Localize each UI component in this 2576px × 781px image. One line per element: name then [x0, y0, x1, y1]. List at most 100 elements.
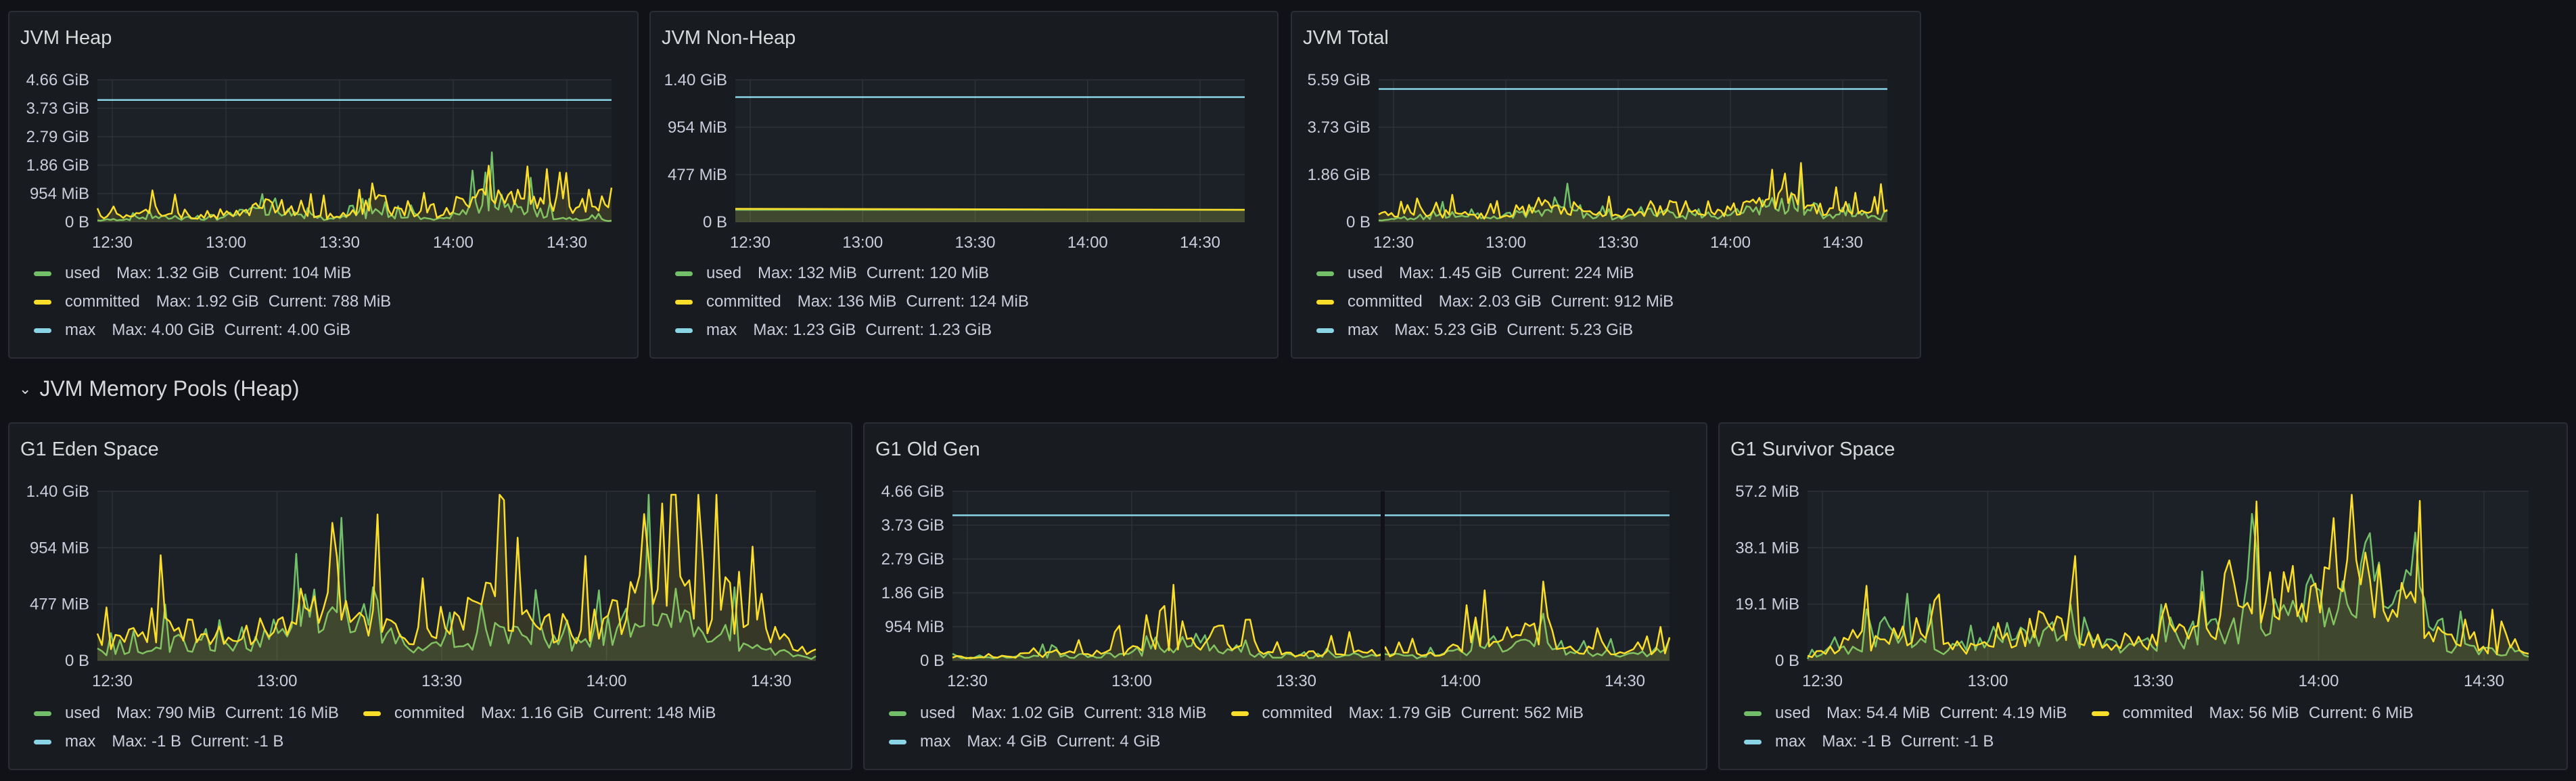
legend-item-commited[interactable]: commited Max: 56 MiB Current: 6 MiB — [2091, 704, 2423, 723]
legend-item-max[interactable]: max Max: 4.00 GiB Current: 4.00 GiB — [34, 321, 360, 340]
legend-series-name: committed — [65, 292, 140, 311]
legend-series-name: used — [65, 704, 101, 722]
legend-current-value: Current: 788 MiB — [268, 292, 392, 311]
panel-g1-eden-space[interactable]: G1 Eden Space 1.40 GiB 954 MiB 477 MiB 0 B1… — [8, 422, 852, 770]
legend-item-max[interactable]: max Max: 5.23 GiB Current: 5.23 GiB — [1316, 321, 1642, 340]
x-tick-label: 13:30 — [954, 233, 995, 252]
x-tick-label: 14:00 — [433, 233, 474, 252]
series-line-committed[interactable] — [735, 208, 1245, 211]
legend-swatch-icon — [34, 739, 51, 744]
legend-item-max[interactable]: max Max: -1 B Current: -1 B — [1744, 732, 2003, 751]
legend-swatch-icon — [34, 299, 51, 305]
legend-item-committed[interactable]: committed Max: 136 MiB Current: 124 MiB — [675, 292, 1038, 311]
legend-current-value: Current: 1.23 GiB — [865, 321, 992, 339]
panel-jvm-heap[interactable]: JVM Heap 4.66 GiB 3.73 GiB 2.79 GiB 1.86 Gi… — [8, 11, 639, 359]
x-tick-label: 14:00 — [1440, 672, 1481, 690]
legend-item-used[interactable]: used Max: 132 MiB Current: 120 MiB — [675, 264, 998, 283]
y-tick-label: 57.2 MiB — [1735, 483, 1799, 501]
x-tick-label: 14:00 — [1710, 233, 1751, 252]
y-tick-label: 3.73 GiB — [26, 99, 89, 118]
legend-item-used[interactable]: used Max: 790 MiB Current: 16 MiB — [34, 704, 348, 723]
legend-item-commited[interactable]: commited Max: 1.79 GiB Current: 562 MiB — [1230, 704, 1594, 723]
y-tick-label: 5.59 GiB — [1308, 71, 1371, 89]
panel-jvm-total[interactable]: JVM Total 5.59 GiB 3.73 GiB 1.86 GiB 0 B 12:… — [1291, 11, 1921, 359]
legend-swatch-icon — [675, 271, 693, 276]
legend-current-value: Current: 4 GiB — [1057, 732, 1161, 751]
legend-max-value: Max: -1 B — [1822, 732, 1892, 751]
legend-item-max[interactable]: max Max: 4 GiB Current: 4 GiB — [889, 732, 1170, 751]
x-tick-label: 14:00 — [1067, 233, 1108, 252]
x-tick-label: 13:00 — [256, 672, 297, 690]
x-tick-label: 13:30 — [421, 672, 462, 690]
legend-row: max Max: 1.23 GiB Current: 1.23 GiB — [675, 321, 1016, 340]
y-tick-label: 3.73 GiB — [1308, 118, 1371, 137]
legend-item-committed[interactable]: committed Max: 2.03 GiB Current: 912 MiB — [1316, 292, 1683, 311]
legend-item-used[interactable]: used Max: 54.4 MiB Current: 4.19 MiB — [1744, 704, 2077, 723]
x-tick-label: 12:30 — [92, 672, 133, 690]
legend-item-used[interactable]: used Max: 1.32 GiB Current: 104 MiB — [34, 264, 361, 283]
legend-row: committed Max: 1.92 GiB Current: 788 MiB — [34, 292, 415, 311]
legend-series-name: committed — [706, 292, 781, 311]
y-tick-label: 4.66 GiB — [26, 71, 89, 89]
legend-max-value: Max: 1.79 GiB — [1348, 704, 1452, 722]
x-tick-label: 13:00 — [1967, 672, 2008, 690]
legend-max-value: Max: 1.92 GiB — [156, 292, 259, 311]
legend-item-used[interactable]: used Max: 1.45 GiB Current: 224 MiB — [1316, 264, 1644, 283]
legend-item-max[interactable]: max Max: -1 B Current: -1 B — [34, 732, 293, 751]
y-tick-label: 3.73 GiB — [881, 516, 944, 535]
y-tick-label: 1.40 GiB — [664, 71, 727, 89]
y-tick-label: 954 MiB — [885, 618, 944, 636]
y-tick-label: 0 B — [1775, 652, 1799, 670]
x-tick-label: 13:30 — [319, 233, 360, 252]
legend-series-name: used — [706, 264, 742, 282]
legend-max-value: Max: 54.4 MiB — [1826, 704, 1931, 722]
legend-max-value: Max: 790 MiB — [116, 704, 216, 722]
x-tick-label: 14:00 — [2298, 672, 2339, 690]
legend-series-name: used — [1775, 704, 1811, 722]
legend-current-value: Current: 148 MiB — [593, 704, 716, 722]
legend-row: used Max: 790 MiB Current: 16 MiB commited M… — [34, 704, 740, 723]
legend-item-commited[interactable]: commited Max: 1.16 GiB Current: 148 MiB — [363, 704, 726, 723]
legend-max-value: Max: 1.23 GiB — [753, 321, 856, 339]
y-tick-label: 0 B — [920, 652, 944, 670]
y-tick-label: 1.86 GiB — [881, 584, 944, 602]
legend-row: used Max: 1.45 GiB Current: 224 MiB — [1316, 264, 1659, 283]
y-tick-label: 1.86 GiB — [26, 156, 89, 175]
legend-row: max Max: 4 GiB Current: 4 GiB — [889, 732, 1184, 751]
legend-row: committed Max: 136 MiB Current: 124 MiB — [675, 292, 1053, 311]
chevron-down-icon[interactable]: ⌄ — [19, 380, 31, 398]
y-tick-label: 38.1 MiB — [1735, 539, 1799, 557]
legend-swatch-icon — [34, 711, 51, 716]
legend-swatch-icon — [889, 739, 906, 744]
legend-swatch-icon — [34, 328, 51, 333]
legend-swatch-icon — [1316, 299, 1334, 305]
x-tick-label: 12:30 — [92, 233, 133, 252]
legend-max-value: Max: 1.02 GiB — [971, 704, 1075, 722]
legend-item-used[interactable]: used Max: 1.02 GiB Current: 318 MiB — [889, 704, 1216, 723]
x-tick-label: 14:30 — [547, 233, 587, 252]
legend-row: used Max: 132 MiB Current: 120 MiB — [675, 264, 1013, 283]
legend-swatch-icon — [34, 271, 51, 276]
panel-jvm-non-heap[interactable]: JVM Non-Heap 1.40 GiB 954 MiB 477 MiB 0 B 12… — [649, 11, 1279, 359]
legend-current-value: Current: 318 MiB — [1084, 704, 1207, 722]
panel-g1-survivor-space[interactable]: G1 Survivor Space 57.2 MiB 38.1 MiB 19.1 M… — [1718, 422, 2568, 770]
y-tick-label: 19.1 MiB — [1735, 596, 1799, 614]
legend-series-name: max — [65, 321, 96, 339]
legend-current-value: Current: 562 MiB — [1460, 704, 1584, 722]
legend-max-value: Max: 132 MiB — [758, 264, 857, 282]
legend-item-max[interactable]: max Max: 1.23 GiB Current: 1.23 GiB — [675, 321, 1001, 340]
legend-series-name: committed — [1348, 292, 1423, 311]
x-tick-label: 13:00 — [1486, 233, 1526, 252]
legend-max-value: Max: 136 MiB — [797, 292, 897, 311]
panel-g1-old-gen[interactable]: G1 Old Gen 4.66 GiB 3.73 GiB 2.79 GiB 1.86 … — [863, 422, 1707, 770]
x-tick-label: 12:30 — [1802, 672, 1843, 690]
row-header-memory-pools[interactable]: ⌄ JVM Memory Pools (Heap) — [19, 376, 300, 401]
legend-item-committed[interactable]: committed Max: 1.92 GiB Current: 788 MiB — [34, 292, 400, 311]
legend-current-value: Current: 4.19 MiB — [1939, 704, 2067, 722]
legend-series-name: commited — [394, 704, 465, 722]
y-tick-label: 0 B — [703, 213, 727, 231]
legend-swatch-icon — [675, 328, 693, 333]
y-tick-label: 0 B — [65, 652, 89, 670]
x-tick-label: 13:00 — [842, 233, 883, 252]
legend-series-name: commited — [2122, 704, 2193, 722]
